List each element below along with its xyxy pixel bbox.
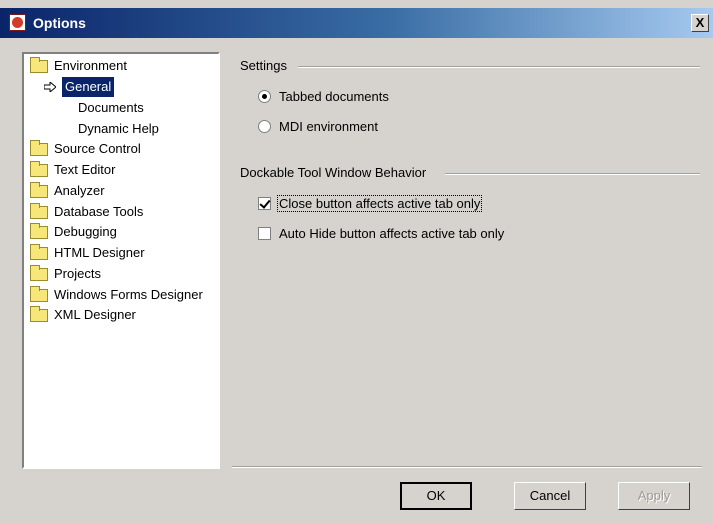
folder-icon — [30, 161, 48, 177]
title-bar[interactable]: Options X — [0, 8, 713, 38]
folder-icon — [30, 286, 48, 302]
close-button[interactable]: X — [691, 14, 709, 32]
folder-icon — [30, 182, 48, 198]
folder-icon — [30, 244, 48, 260]
ok-button[interactable]: OK — [400, 482, 472, 510]
folder-open-icon — [30, 57, 48, 73]
tree-item-dynamic-help[interactable]: Dynamic Help — [78, 119, 159, 139]
close-button-option-label[interactable]: Close button affects active tab only — [277, 195, 483, 212]
folder-icon — [30, 140, 48, 156]
auto-hide-option-label[interactable]: Auto Hide button affects active tab only — [279, 226, 504, 241]
app-icon — [9, 14, 26, 31]
tabbed-documents-radio[interactable] — [258, 90, 271, 103]
mdi-environment-radio[interactable] — [258, 120, 271, 133]
settings-divider — [298, 66, 700, 68]
folder-icon — [30, 223, 48, 239]
apply-button[interactable]: Apply — [618, 482, 690, 510]
dockable-divider — [445, 173, 700, 175]
folder-icon — [30, 265, 48, 281]
window-title: Options — [33, 15, 86, 31]
button-divider — [232, 466, 702, 468]
settings-group-label: Settings — [240, 58, 287, 73]
tabbed-documents-label[interactable]: Tabbed documents — [279, 89, 389, 104]
cancel-button[interactable]: Cancel — [514, 482, 586, 510]
auto-hide-checkbox[interactable] — [258, 227, 271, 240]
close-button-checkbox[interactable] — [258, 197, 271, 210]
options-dialog: Options X Environment General Documents … — [0, 0, 713, 524]
dockable-group-label: Dockable Tool Window Behavior — [240, 165, 427, 180]
arrow-right-icon — [44, 82, 56, 92]
tree-item-documents[interactable]: Documents — [78, 98, 144, 118]
mdi-environment-label[interactable]: MDI environment — [279, 119, 378, 134]
folder-icon — [30, 306, 48, 322]
options-tree[interactable]: Environment General Documents Dynamic He… — [22, 52, 220, 469]
folder-icon — [30, 203, 48, 219]
